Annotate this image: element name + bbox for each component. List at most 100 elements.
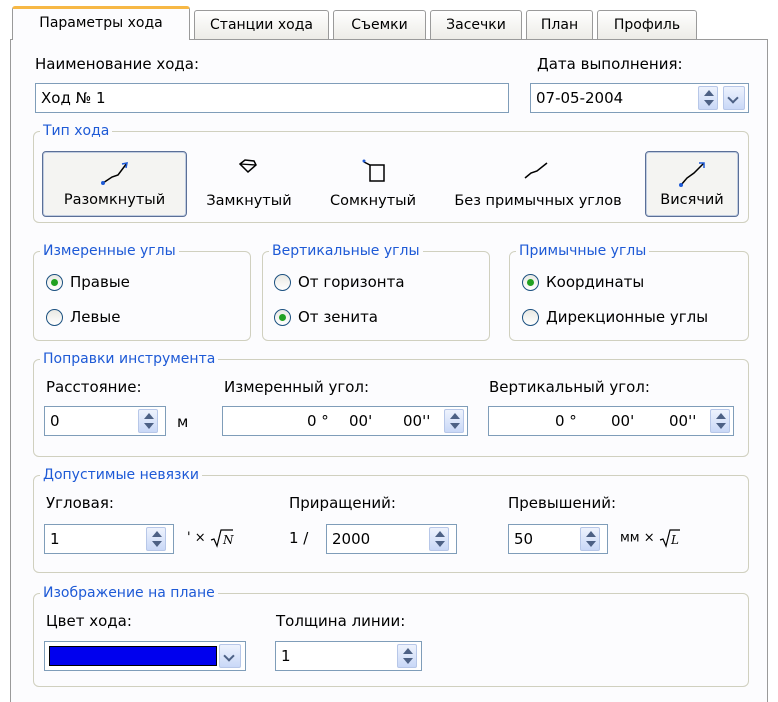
vertical-angles-group: Вертикальные углы (262, 242, 490, 341)
traverse-name-label: Наименование хода: (35, 55, 200, 73)
traverse-type-label: Разомкнутый (63, 192, 166, 208)
spin-down-icon (716, 423, 726, 429)
date-label: Дата выполнения: (537, 55, 683, 73)
elevations-tolerance-label: Превышений: (508, 494, 617, 512)
traverse-type-open-button[interactable]: Разомкнутый (42, 151, 187, 217)
plan-display-legend: Изображение на плане (40, 584, 218, 602)
radio-left-angles[interactable] (46, 309, 63, 326)
closed-traverse-icon (238, 159, 257, 174)
elevations-tolerance-spinner[interactable] (580, 527, 600, 551)
line-width-spinner[interactable] (397, 644, 417, 668)
spin-up-icon (144, 413, 154, 419)
tab-traverse-parameters[interactable]: Параметры хода (12, 6, 190, 40)
vertical-angles-legend: Вертикальные углы (269, 242, 423, 260)
increments-prefix: 1 / (289, 529, 309, 547)
tab-profile[interactable]: Профиль (597, 10, 697, 40)
traverse-color-dropdown-button[interactable] (219, 644, 241, 668)
sqrt-n-icon: N (210, 529, 234, 548)
date-spinner[interactable] (698, 86, 718, 110)
distance-unit: м (177, 413, 189, 431)
increments-tolerance-label: Приращений: (289, 494, 396, 512)
radio-coordinates-label: Координаты (546, 273, 645, 291)
distance-label: Расстояние: (46, 378, 142, 396)
radio-coordinates[interactable] (522, 274, 539, 291)
spin-down-icon (704, 100, 714, 106)
radio-from-zenith-label: От зенита (298, 308, 379, 326)
tolerances-legend: Допустимые невязки (40, 466, 203, 484)
spin-up-icon (450, 413, 460, 419)
hanging-traverse-icon (679, 162, 705, 187)
vertical-angle-deg: 0 ° (555, 412, 577, 430)
measured-angles-legend: Измеренные углы (40, 242, 179, 260)
spin-up-icon (435, 531, 445, 537)
tab-label: Профиль (613, 17, 681, 33)
elevations-tolerance-unit-prefix: мм × (620, 530, 655, 546)
date-value: 07-05-2004 (536, 89, 624, 107)
traverse-type-label: Без примычных углов (454, 193, 622, 209)
distance-spinner[interactable] (138, 409, 158, 433)
traverse-type-no-connection-angles-button[interactable]: Без примычных углов (436, 151, 640, 217)
radio-left-angles-label: Левые (70, 308, 121, 326)
tab-label: План (540, 17, 579, 33)
chevron-down-icon (727, 92, 739, 104)
traverse-type-label: Висячий (660, 192, 724, 208)
spin-down-icon (144, 423, 154, 429)
color-swatch (49, 646, 217, 666)
connection-angles-legend: Примычные углы (516, 242, 650, 260)
open-traverse-icon (101, 162, 128, 185)
measured-angle-deg: 0 ° (307, 412, 329, 430)
spin-down-icon (435, 541, 445, 547)
radio-bearings[interactable] (522, 309, 539, 326)
spin-up-icon (704, 90, 714, 96)
tab-label: Съемки (351, 17, 408, 33)
spin-down-icon (450, 423, 460, 429)
angular-tolerance-unit-prefix: ' × (187, 530, 206, 546)
traverse-color-select[interactable] (44, 641, 246, 671)
measured-angle-spinner[interactable] (444, 409, 464, 433)
vertical-angle-spinner[interactable] (710, 409, 730, 433)
tab-plan[interactable]: План (526, 10, 593, 40)
vertical-angle-label: Вертикальный угол: (489, 378, 650, 396)
radio-bearings-label: Дирекционные углы (546, 308, 709, 326)
tab-traverse-stations[interactable]: Станции хода (194, 10, 329, 40)
connection-angles-group: Примычные углы (509, 242, 749, 341)
connected-traverse-icon (362, 159, 385, 182)
tab-label: Станции хода (210, 17, 313, 33)
svg-text:L: L (670, 533, 679, 547)
plan-display-group: Изображение на плане (33, 584, 749, 687)
traverse-type-hanging-button[interactable]: Висячий (645, 151, 739, 217)
spin-down-icon (152, 541, 162, 547)
traverse-type-connected-button[interactable]: Сомкнутый (314, 151, 432, 217)
spin-up-icon (586, 531, 596, 537)
spin-up-icon (716, 413, 726, 419)
measured-angle-sec: 00'' (403, 412, 431, 430)
spin-down-icon (403, 658, 413, 664)
traverse-type-closed-button[interactable]: Замкнутый (193, 151, 305, 217)
increments-tolerance-spinner[interactable] (429, 527, 449, 551)
tab-surveys[interactable]: Съемки (333, 10, 426, 40)
chevron-down-icon (223, 650, 235, 662)
angular-tolerance-spinner[interactable] (146, 527, 166, 551)
tab-label: Засечки (446, 17, 506, 33)
radio-right-angles-label: Правые (70, 273, 130, 291)
svg-text:N: N (222, 533, 234, 547)
traverse-type-label: Замкнутый (206, 193, 292, 209)
traverse-type-label: Сомкнутый (329, 193, 417, 209)
tab-resections[interactable]: Засечки (430, 10, 522, 40)
measured-angle-label: Измеренный угол: (224, 378, 370, 396)
measured-angle-input[interactable]: 0 ° 00' 00'' (222, 406, 468, 436)
vertical-angle-min: 00' (611, 412, 635, 430)
traverse-name-input[interactable]: Ход № 1 (35, 83, 509, 113)
date-dropdown-button[interactable] (723, 86, 745, 110)
spin-up-icon (403, 648, 413, 654)
radio-from-zenith[interactable] (274, 309, 291, 326)
angular-tolerance-unit: ' × N (187, 528, 234, 549)
line-width-label: Толщина линии: (276, 612, 406, 630)
instrument-corrections-legend: Поправки инструмента (40, 350, 219, 368)
spin-up-icon (152, 531, 162, 537)
radio-from-horizon[interactable] (274, 274, 291, 291)
vertical-angle-input[interactable]: 0 ° 00' 00'' (488, 406, 734, 436)
radio-right-angles[interactable] (46, 274, 63, 291)
traverse-type-legend: Тип хода (40, 122, 113, 140)
no-connection-angles-icon (524, 162, 548, 179)
